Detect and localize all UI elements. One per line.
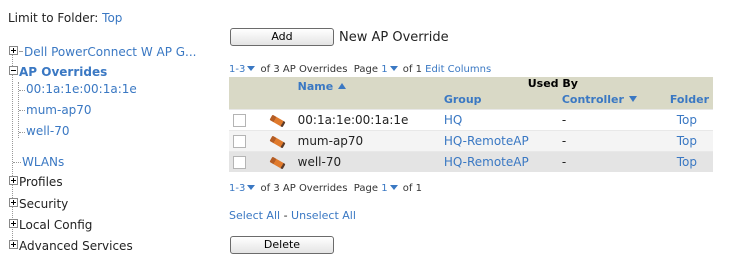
cell-group-link[interactable]: HQ-RemoteAP bbox=[439, 130, 558, 152]
tree-item-override-3[interactable]: well-70 bbox=[26, 124, 69, 139]
pager-top: 1-3 of 3 AP Overrides Page 1 of 1 Edit C… bbox=[229, 64, 491, 75]
record-count: of 3 AP Overrides bbox=[260, 64, 348, 75]
tree-item-label[interactable]: Profiles bbox=[19, 175, 63, 189]
tree-item-ap-overrides[interactable]: AP Overrides bbox=[9, 65, 107, 80]
cell-name: 00:1a:1e:00:1a:1e bbox=[293, 109, 440, 131]
column-header-controller[interactable]: Controller bbox=[558, 91, 666, 109]
column-header-controller-label[interactable]: Controller bbox=[562, 93, 624, 106]
cell-folder-link[interactable]: Top bbox=[665, 130, 713, 152]
tree-item-label[interactable]: Advanced Services bbox=[19, 239, 133, 253]
cell-name: mum-ap70 bbox=[293, 130, 440, 152]
tree-item-wlans[interactable]: WLANs bbox=[22, 155, 64, 170]
chevron-down-icon[interactable] bbox=[247, 185, 256, 190]
column-header-folder[interactable]: Folder bbox=[665, 77, 713, 110]
expand-icon[interactable] bbox=[9, 176, 18, 185]
cell-controller: - bbox=[557, 109, 666, 131]
tree-branch bbox=[19, 132, 25, 133]
tree-item-label[interactable]: WLANs bbox=[22, 155, 64, 169]
cell-folder-link[interactable]: Top bbox=[665, 151, 713, 172]
tree-item-label[interactable]: 00:1a:1e:00:1a:1e bbox=[26, 82, 137, 96]
collapse-icon[interactable] bbox=[9, 66, 18, 75]
add-button[interactable]: Add bbox=[230, 28, 334, 46]
checkbox-column-header bbox=[229, 77, 266, 110]
tree-item-label[interactable]: Local Config bbox=[19, 218, 92, 232]
page-label: Page bbox=[353, 64, 378, 75]
table-row[interactable]: well-70 HQ-RemoteAP - Top bbox=[229, 151, 713, 172]
column-header-group[interactable]: Group bbox=[440, 91, 558, 109]
tree-item-advanced-services[interactable]: Advanced Services bbox=[9, 239, 133, 254]
chevron-down-icon[interactable] bbox=[389, 66, 398, 71]
tree-item-ap-overrides-label[interactable]: AP Overrides bbox=[19, 65, 107, 79]
expand-icon[interactable] bbox=[9, 198, 18, 207]
row-checkbox[interactable] bbox=[233, 156, 246, 169]
cell-controller: - bbox=[557, 151, 666, 172]
used-by-header: Used By Group Controller bbox=[439, 77, 666, 110]
pencil-icon[interactable] bbox=[269, 114, 286, 127]
select-all-link[interactable]: Select All bbox=[229, 209, 280, 222]
used-by-label: Used By bbox=[527, 77, 578, 90]
sort-ascending-icon[interactable] bbox=[338, 83, 347, 89]
cell-group-link[interactable]: HQ bbox=[439, 109, 558, 131]
chevron-down-icon[interactable] bbox=[389, 185, 398, 190]
sort-descending-icon[interactable] bbox=[628, 96, 637, 102]
tree-item-local-config[interactable]: Local Config bbox=[9, 218, 92, 233]
chevron-down-icon[interactable] bbox=[247, 66, 256, 71]
tree-branch bbox=[19, 110, 25, 111]
pager-bottom: 1-3 of 3 AP Overrides Page 1 of 1 bbox=[229, 183, 422, 194]
row-checkbox[interactable] bbox=[233, 114, 246, 127]
page-select[interactable]: 1 bbox=[381, 183, 387, 194]
tree-branch bbox=[19, 90, 25, 91]
cell-folder-link[interactable]: Top bbox=[665, 109, 713, 131]
tree-item-profiles[interactable]: Profiles bbox=[9, 175, 63, 190]
column-header-name-label[interactable]: Name bbox=[298, 80, 334, 93]
tree-branch bbox=[13, 162, 21, 163]
new-ap-override-label: New AP Override bbox=[339, 30, 449, 45]
page-select[interactable]: 1 bbox=[381, 64, 387, 75]
tree-item-label[interactable]: well-70 bbox=[26, 124, 69, 138]
tree-item-dell[interactable]: Dell PowerConnect W AP G... bbox=[9, 45, 197, 60]
tree-item-override-1[interactable]: 00:1a:1e:00:1a:1e bbox=[26, 82, 137, 97]
row-checkbox[interactable] bbox=[233, 135, 246, 148]
page-total: of 1 bbox=[402, 183, 422, 194]
ap-overrides-table: Name Used By Group Controller Folder 00:… bbox=[229, 77, 713, 172]
cell-group-link[interactable]: HQ-RemoteAP bbox=[439, 151, 558, 172]
unselect-all-link[interactable]: Unselect All bbox=[291, 209, 356, 222]
selection-separator: - bbox=[280, 209, 292, 222]
page-label: Page bbox=[353, 183, 378, 194]
range-select[interactable]: 1-3 bbox=[229, 183, 245, 194]
cell-controller: - bbox=[557, 130, 666, 152]
tree-item-label[interactable]: mum-ap70 bbox=[26, 103, 92, 117]
edit-columns-link[interactable]: Edit Columns bbox=[425, 64, 491, 75]
tree-item-override-2[interactable]: mum-ap70 bbox=[26, 103, 92, 118]
cell-name: well-70 bbox=[293, 151, 440, 172]
tree-item-label[interactable]: Security bbox=[19, 197, 68, 211]
pencil-icon[interactable] bbox=[269, 135, 286, 148]
table-row[interactable]: 00:1a:1e:00:1a:1e HQ - Top bbox=[229, 109, 713, 131]
tree-item-dell-label[interactable]: Dell PowerConnect W AP G... bbox=[24, 45, 197, 59]
column-header-name[interactable]: Name bbox=[293, 77, 440, 110]
navigation-tree: Dell PowerConnect W AP G... AP Overrides… bbox=[0, 0, 220, 255]
pencil-icon[interactable] bbox=[269, 156, 286, 169]
expand-icon[interactable] bbox=[9, 219, 18, 228]
tree-item-security[interactable]: Security bbox=[9, 197, 68, 212]
range-select[interactable]: 1-3 bbox=[229, 64, 245, 75]
expand-icon[interactable] bbox=[9, 46, 18, 55]
delete-button[interactable]: Delete bbox=[230, 236, 334, 254]
selection-links: Select All - Unselect All bbox=[229, 209, 356, 222]
record-count: of 3 AP Overrides bbox=[260, 183, 348, 194]
expand-icon[interactable] bbox=[9, 240, 18, 249]
table-row[interactable]: mum-ap70 HQ-RemoteAP - Top bbox=[229, 130, 713, 152]
page-total: of 1 bbox=[402, 64, 422, 75]
edit-column-header bbox=[265, 77, 294, 110]
